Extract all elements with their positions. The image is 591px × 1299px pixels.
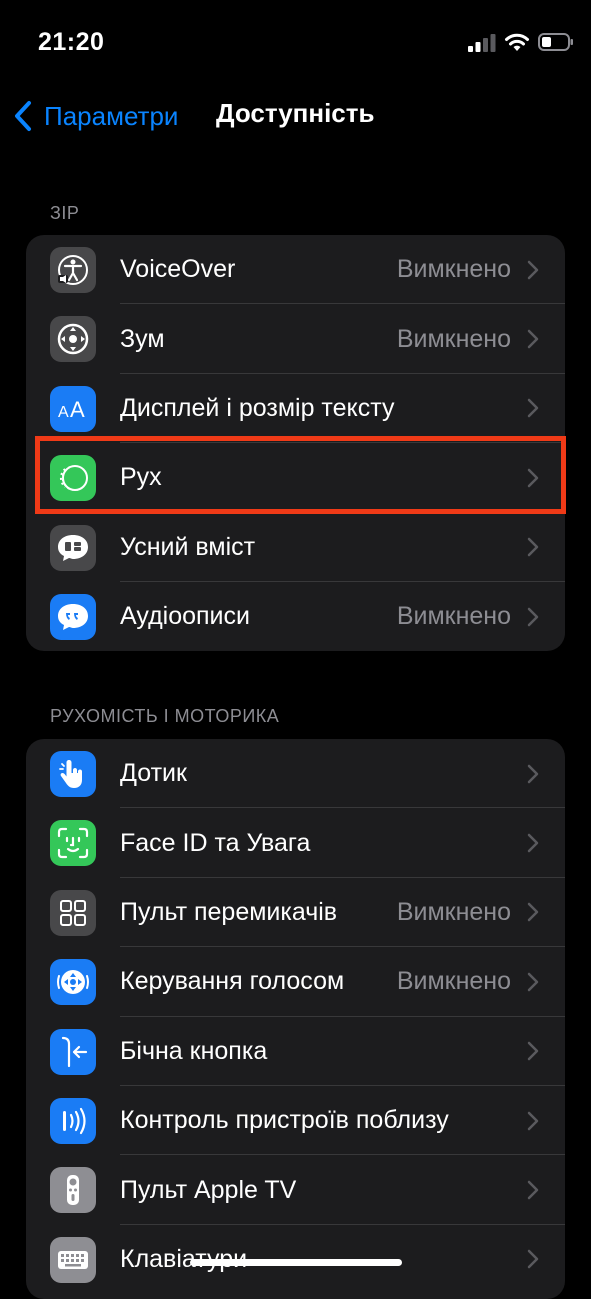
section-header-vision: ЗІР: [50, 203, 80, 223]
row-label: Пульт перемикачів: [120, 897, 338, 926]
row-voice-control[interactable]: Керування голосом Вимкнено: [26, 947, 565, 1017]
row-label: Керування голосом: [120, 967, 345, 996]
apple-tv-remote-icon: [50, 1167, 96, 1214]
row-label: Пульт Apple TV: [120, 1175, 297, 1204]
nearby-devices-icon: [50, 1097, 96, 1144]
row-value: Вимкнено: [396, 255, 511, 284]
row-label: Бічна кнопка: [120, 1036, 268, 1065]
row-touch[interactable]: Дотик: [26, 739, 565, 809]
switch-control-icon: [50, 889, 96, 936]
chevron-right-icon: [527, 468, 539, 488]
voice-control-icon: [50, 959, 96, 1006]
svg-text:A: A: [58, 404, 69, 421]
chevron-right-icon: [527, 764, 539, 783]
page-title: Доступність: [216, 98, 375, 128]
row-side-button[interactable]: Бічна кнопка: [26, 1017, 565, 1086]
face-id-icon: [50, 820, 96, 867]
row-label: Усний вміст: [120, 532, 256, 561]
row-switch-control[interactable]: Пульт перемикачів Вимкнено: [26, 878, 565, 948]
row-label: Face ID та Увага: [120, 828, 311, 857]
row-label: Контроль пристроїв поблизу: [120, 1106, 449, 1135]
row-label: Аудіоописи: [120, 602, 250, 631]
cellular-signal-icon: [468, 34, 496, 52]
settings-group-mobility: Дотик Face ID та Увага Пульт перемикачів…: [26, 739, 565, 1299]
row-nearby-devices[interactable]: Контроль пристроїв поблизу: [26, 1086, 565, 1156]
chevron-right-icon: [527, 903, 539, 922]
motion-icon: [50, 455, 96, 502]
text-size-icon: AA: [50, 385, 96, 432]
chevron-right-icon: [527, 972, 539, 992]
navigation-bar: Параметри Доступність: [0, 88, 591, 142]
touch-icon: [50, 751, 96, 797]
row-value: Вимкнено: [396, 967, 511, 996]
row-label: Зум: [120, 324, 165, 353]
chevron-right-icon: [527, 1250, 539, 1269]
keyboard-icon: [50, 1236, 96, 1283]
status-bar: 21:20: [0, 0, 591, 90]
row-apple-tv-remote[interactable]: Пульт Apple TV: [26, 1155, 565, 1225]
home-indicator[interactable]: [190, 1259, 402, 1266]
back-label: Параметри: [44, 100, 179, 131]
audio-descriptions-icon: [50, 593, 96, 640]
row-label: Дисплей і розмір тексту: [120, 393, 395, 422]
chevron-right-icon: [527, 260, 539, 279]
chevron-left-icon: [15, 101, 31, 131]
svg-text:A: A: [70, 397, 85, 422]
row-audio-descriptions[interactable]: Аудіоописи Вимкнено: [26, 582, 565, 651]
chevron-right-icon: [527, 833, 539, 853]
row-value: Вимкнено: [396, 324, 511, 353]
row-spoken-content[interactable]: Усний вміст: [26, 513, 565, 582]
row-label: VoiceOver: [120, 255, 236, 284]
row-label: Рух: [120, 463, 162, 492]
wifi-icon: [505, 33, 529, 51]
zoom-icon: [50, 316, 96, 363]
chevron-right-icon: [527, 399, 539, 418]
chevron-right-icon: [527, 329, 539, 349]
row-face-id-attention[interactable]: Face ID та Увага: [26, 808, 565, 878]
row-motion[interactable]: Рух: [26, 443, 565, 513]
row-voiceover[interactable]: VoiceOver Вимкнено: [26, 235, 565, 305]
settings-group-vision: VoiceOver Вимкнено Зум Вимкнено AA Диспл…: [26, 235, 565, 651]
chevron-right-icon: [527, 1180, 539, 1200]
side-button-icon: [50, 1028, 96, 1075]
spoken-content-icon: [50, 524, 96, 571]
section-header-mobility: РУХОМІСТЬ І МОТОРИКА: [50, 706, 280, 726]
row-zoom[interactable]: Зум Вимкнено: [26, 304, 565, 374]
row-value: Вимкнено: [396, 897, 511, 926]
row-value: Вимкнено: [396, 602, 511, 631]
row-display-text-size[interactable]: AA Дисплей і розмір тексту: [26, 374, 565, 444]
row-label: Дотик: [120, 759, 187, 788]
back-button[interactable]: Параметри: [12, 96, 178, 136]
chevron-right-icon: [527, 1042, 539, 1061]
status-time: 21:20: [38, 28, 105, 56]
chevron-right-icon: [527, 607, 539, 626]
voiceover-icon: [50, 247, 96, 293]
chevron-right-icon: [527, 538, 539, 557]
battery-icon: [538, 33, 573, 51]
chevron-right-icon: [527, 1111, 539, 1130]
